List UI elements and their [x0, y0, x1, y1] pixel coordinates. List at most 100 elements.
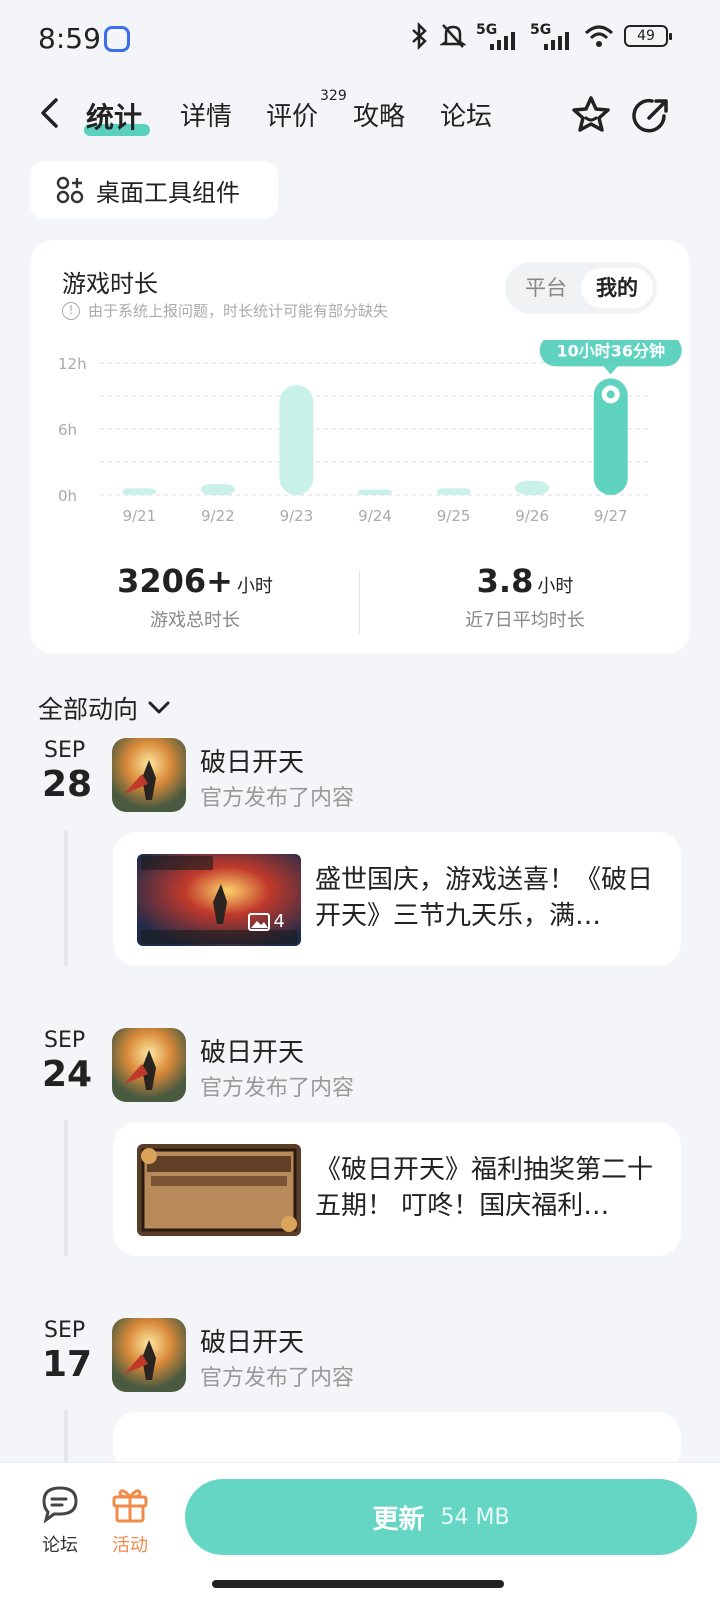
desktop-widget-button[interactable]: 桌面工具组件 — [30, 161, 278, 219]
playtime-title: 游戏时长 — [62, 270, 158, 298]
forum-chat-icon — [42, 1486, 78, 1524]
total-playtime-value: 3206 — [117, 562, 207, 600]
tab-details[interactable]: 详情 — [180, 96, 232, 133]
feed-filter-label: 全部动向 — [38, 695, 139, 724]
widgets-icon — [56, 176, 84, 204]
activity-button[interactable]: 活动 — [100, 1485, 160, 1557]
x-tick-label: 9/27 — [594, 507, 628, 525]
game-avatar[interactable] — [112, 1318, 186, 1392]
notification-app-icon — [104, 26, 130, 52]
post-thumbnail — [137, 1144, 301, 1236]
image-count: 4 — [247, 911, 285, 932]
post-action: 官方发布了内容 — [200, 1076, 355, 1101]
mute-bell-icon — [440, 24, 466, 48]
forum-label: 论坛 — [42, 1535, 78, 1556]
back-arrow-icon[interactable] — [36, 96, 62, 130]
y-tick-label: 6h — [58, 421, 77, 439]
post-text: 《破日开天》福利抽奖第二十五期！ 叮咚！国庆福利… — [315, 1155, 654, 1221]
bar — [436, 488, 471, 495]
wifi-icon — [584, 25, 614, 47]
bar — [122, 488, 157, 495]
highlight-tooltip-label: 10小时36分钟 — [556, 341, 665, 360]
post-author: 破日开天 — [200, 1328, 305, 1358]
activity-label: 活动 — [112, 1535, 148, 1556]
status-time: 8:59 — [38, 22, 101, 55]
highlight-dot-inner — [606, 390, 615, 399]
tab-forum[interactable]: 论坛 — [440, 96, 492, 133]
avg-playtime-value: 3.8 — [476, 562, 534, 600]
y-tick-label: 12h — [58, 355, 87, 373]
post-card[interactable]: 《破日开天》福利抽奖第二十五期！ 叮咚！国庆福利… — [113, 1122, 681, 1256]
review-count-badge: 329 — [320, 88, 347, 104]
timeline-line — [64, 830, 68, 966]
timeline-line — [64, 1410, 68, 1470]
x-tick-label: 9/22 — [201, 507, 235, 525]
x-tick-label: 9/24 — [358, 507, 392, 525]
status-icons: 5G 5G 49 — [408, 22, 672, 50]
post-day: 24 — [42, 1054, 93, 1095]
game-avatar[interactable] — [112, 1028, 186, 1102]
playtime-chart: 12h 6h 0h 9/21 9/22 9/23 9/24 9/25 9/26 9/27 10小时3… — [58, 340, 682, 525]
playtime-note: ! 由于系统上报问题，时长统计可能有部分缺失 — [62, 300, 388, 321]
home-indicator[interactable] — [212, 1580, 504, 1588]
post-month: SEP — [44, 1028, 86, 1053]
avg-playtime-unit: 小时 — [537, 576, 574, 597]
avg-playtime: 3.8 小时 近7日平均时长 — [360, 562, 690, 632]
post-author: 破日开天 — [200, 748, 305, 778]
timeline-line — [64, 1120, 68, 1256]
total-playtime-label: 游戏总时长 — [150, 610, 240, 631]
source-toggle: 平台 我的 — [505, 262, 657, 314]
highlight-tooltip-pointer — [603, 366, 618, 375]
bar — [515, 480, 550, 495]
post-thumbnail: 4 — [137, 854, 301, 946]
battery-icon: 49 — [624, 25, 672, 47]
feed-filter-dropdown[interactable]: 全部动向 — [38, 690, 170, 726]
post-month: SEP — [44, 738, 86, 763]
post-action: 官方发布了内容 — [200, 1366, 355, 1391]
x-tick-label: 9/25 — [437, 507, 471, 525]
gift-icon — [112, 1489, 148, 1523]
update-size: 54 MB — [440, 1504, 510, 1530]
tab-guides[interactable]: 攻略 — [353, 96, 405, 133]
post-day: 28 — [42, 764, 93, 805]
signal-5g-icon: 5G — [530, 22, 574, 50]
post-text: 盛世国庆，游戏送喜！《破日开天》三节九天乐，满… — [315, 865, 654, 931]
post-card[interactable]: 4 盛世国庆，游戏送喜！《破日开天》三节九天乐，满… — [113, 832, 681, 966]
post-day: 17 — [42, 1344, 93, 1385]
image-count-value: 4 — [273, 911, 285, 932]
image-icon — [247, 912, 270, 931]
status-bar: 8:59 5G 5G 49 — [0, 0, 720, 80]
widget-chip-label: 桌面工具组件 — [96, 178, 240, 207]
share-icon[interactable] — [630, 94, 672, 136]
update-label: 更新 — [372, 1504, 425, 1535]
total-playtime-unit: 小时 — [236, 576, 273, 597]
forum-button[interactable]: 论坛 — [30, 1485, 90, 1557]
post-action: 官方发布了内容 — [200, 786, 355, 811]
y-tick-label: 0h — [58, 487, 77, 505]
top-nav: 统计 详情 评价 329 攻略 论坛 — [0, 80, 720, 150]
avg-playtime-label: 近7日平均时长 — [465, 610, 585, 631]
bar — [279, 385, 314, 495]
bluetooth-icon — [412, 22, 427, 50]
toggle-mine[interactable]: 我的 — [581, 268, 653, 308]
post-month: SEP — [44, 1318, 86, 1343]
x-tick-label: 9/23 — [280, 507, 314, 525]
tab-stats[interactable]: 统计 — [86, 96, 142, 136]
info-icon: ! — [62, 301, 80, 320]
x-tick-label: 9/21 — [122, 507, 156, 525]
playtime-card: 游戏时长 ! 由于系统上报问题，时长统计可能有部分缺失 平台 我的 12h 6h 0… — [30, 240, 690, 654]
total-playtime: 3206+ 小时 游戏总时长 — [30, 562, 360, 632]
post-author: 破日开天 — [200, 1038, 305, 1068]
total-playtime-plus: + — [206, 562, 233, 600]
chevron-down-icon — [148, 701, 170, 714]
game-avatar[interactable] — [112, 738, 186, 812]
update-button[interactable]: 更新 54 MB — [185, 1479, 697, 1555]
bar — [358, 489, 392, 495]
playtime-note-text: 由于系统上报问题，时长统计可能有部分缺失 — [88, 302, 389, 320]
favorite-star-icon[interactable] — [570, 94, 612, 136]
x-tick-label: 9/26 — [515, 507, 549, 525]
tab-reviews[interactable]: 评价 — [266, 96, 318, 133]
signal-5g-icon: 5G — [476, 22, 520, 50]
toggle-platform[interactable]: 平台 — [515, 268, 577, 308]
bar — [200, 484, 235, 495]
